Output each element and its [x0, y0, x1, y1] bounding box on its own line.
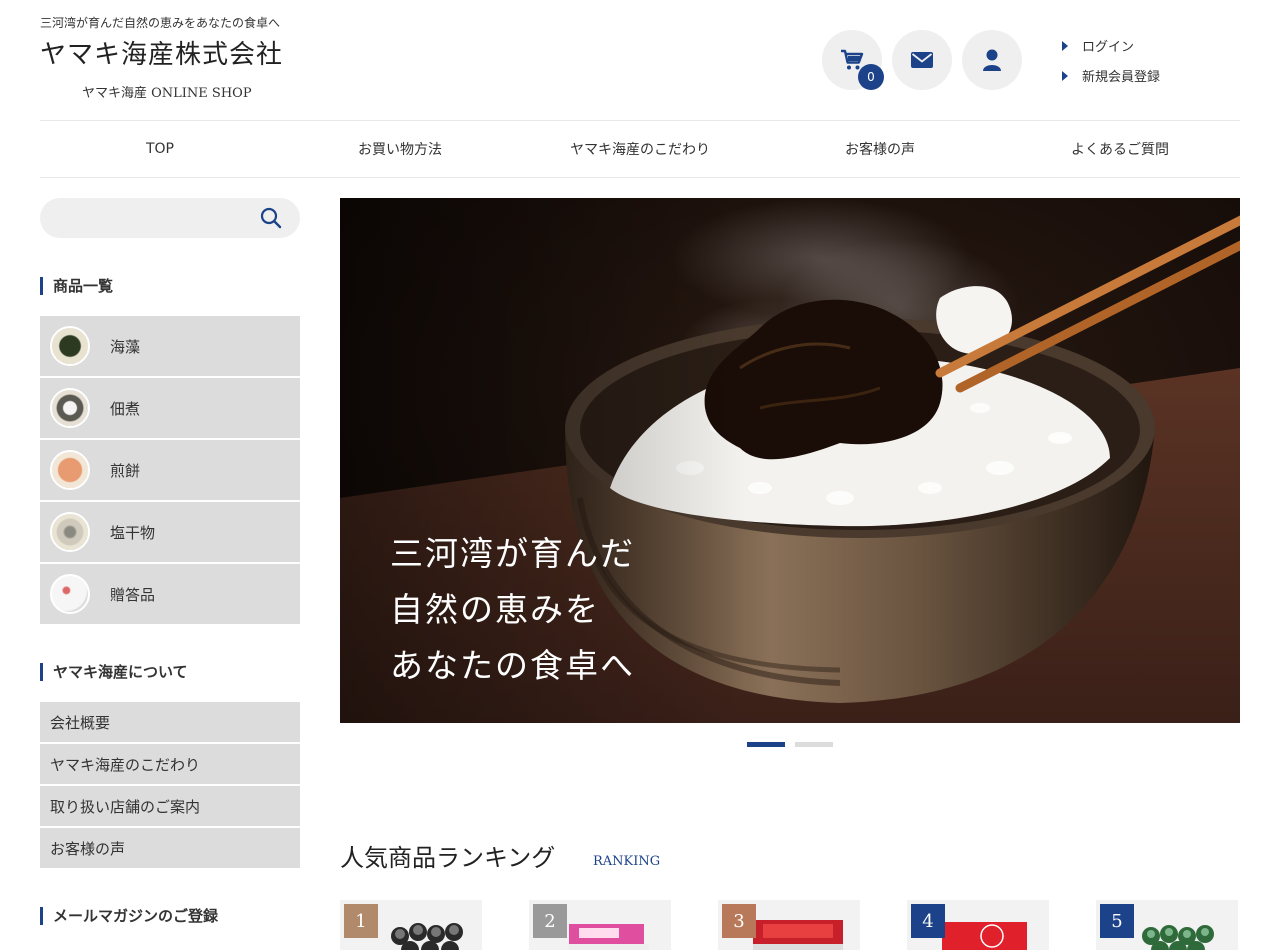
ranking-card-2[interactable]: 2	[529, 900, 671, 950]
search-icon[interactable]	[260, 207, 282, 229]
about-item-customer-voice[interactable]: お客様の声	[40, 828, 300, 868]
hero-line: あなたの食卓へ	[390, 646, 635, 685]
seaweed-thumbnail	[50, 326, 90, 366]
cart-count-badge: 0	[858, 64, 884, 90]
gift-thumbnail	[50, 574, 90, 614]
arrow-right-icon	[1062, 70, 1068, 81]
rank-badge: 5	[1100, 904, 1134, 938]
about-item-commitment[interactable]: ヤマキ海産のこだわり	[40, 744, 300, 784]
product-image	[942, 922, 1027, 950]
category-dried-fish[interactable]: 塩干物	[40, 502, 300, 562]
category-senbei[interactable]: 煎餅	[40, 440, 300, 500]
hero-line: 自然の恵みを	[390, 590, 600, 629]
login-link[interactable]: ログイン	[1062, 36, 1134, 55]
register-link[interactable]: 新規会員登録	[1062, 66, 1160, 85]
rank-badge: 2	[533, 904, 567, 938]
products-heading: 商品一覧	[40, 277, 113, 295]
ranking-card-5[interactable]: 5	[1096, 900, 1238, 950]
login-label: ログイン	[1082, 40, 1135, 55]
category-label: 佃煮	[110, 399, 141, 418]
ranking-card-4[interactable]: 4	[907, 900, 1049, 950]
site-logo-subtitle: ヤマキ海産 ONLINE SHOP	[82, 86, 252, 101]
product-image	[753, 920, 843, 950]
nav-item-how-to-buy[interactable]: お買い物方法	[280, 121, 520, 177]
rank-badge: 1	[344, 904, 378, 938]
nav-item-customer-voice[interactable]: お客様の声	[760, 121, 1000, 177]
slider-dot-1[interactable]	[747, 742, 785, 747]
tsukudani-thumbnail	[50, 388, 90, 428]
category-gift[interactable]: 贈答品	[40, 564, 300, 624]
register-label: 新規会員登録	[1082, 70, 1161, 85]
mail-magazine-heading: メールマガジンのご登録	[40, 907, 218, 925]
ranking-subtitle: RANKING	[593, 854, 661, 869]
category-label: 煎餅	[110, 461, 141, 480]
mail-button[interactable]	[892, 30, 952, 90]
about-item-company[interactable]: 会社概要	[40, 702, 300, 742]
dried-fish-thumbnail	[50, 512, 90, 552]
product-image	[1142, 925, 1214, 950]
ranking-title: 人気商品ランキング	[340, 844, 556, 872]
product-image	[391, 923, 463, 950]
nav-item-faq[interactable]: よくあるご質問	[1000, 121, 1240, 177]
hero-line: 三河湾が育んだ	[390, 534, 635, 573]
hero-slider[interactable]: 三河湾が育んだ 自然の恵みを あなたの食卓へ	[340, 198, 1240, 723]
nav-item-commitment[interactable]: ヤマキ海産のこだわり	[520, 121, 760, 177]
cart-button[interactable]: 0	[822, 30, 884, 90]
category-seaweed[interactable]: 海藻	[40, 316, 300, 376]
mail-icon	[911, 52, 933, 68]
about-item-stores[interactable]: 取り扱い店舗のご案内	[40, 786, 300, 826]
category-label: 贈答品	[110, 585, 156, 604]
about-heading: ヤマキ海産について	[40, 663, 188, 681]
product-image	[569, 924, 649, 950]
rank-badge: 4	[911, 904, 945, 938]
user-icon	[983, 49, 1001, 71]
ranking-card-1[interactable]: 1	[340, 900, 482, 950]
hero-catchcopy: 三河湾が育んだ 自然の恵みを あなたの食卓へ	[390, 526, 635, 694]
arrow-right-icon	[1062, 40, 1068, 51]
category-tsukudani[interactable]: 佃煮	[40, 378, 300, 438]
search-input[interactable]	[40, 198, 300, 238]
global-nav: TOP お買い物方法 ヤマキ海産のこだわり お客様の声 よくあるご質問	[40, 120, 1240, 178]
nav-item-top[interactable]: TOP	[40, 121, 280, 177]
site-logo[interactable]: ヤマキ海産株式会社	[40, 34, 283, 71]
senbei-thumbnail	[50, 450, 90, 490]
ranking-card-3[interactable]: 3	[718, 900, 860, 950]
category-label: 塩干物	[110, 523, 156, 542]
rank-badge: 3	[722, 904, 756, 938]
slider-dot-2[interactable]	[795, 742, 833, 747]
category-label: 海藻	[110, 337, 141, 356]
site-tagline: 三河湾が育んだ自然の恵みをあなたの食卓へ	[40, 16, 281, 30]
account-button[interactable]	[962, 30, 1022, 90]
